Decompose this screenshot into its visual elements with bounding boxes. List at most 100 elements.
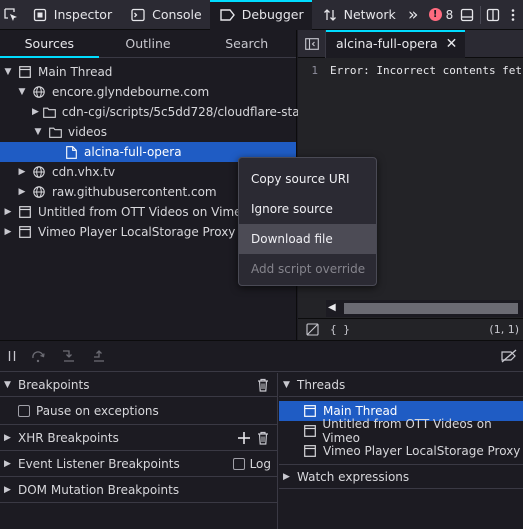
trash-icon[interactable] [257,378,269,392]
step-in-button[interactable] [54,341,84,371]
sidebar-toggle-icon [304,37,319,50]
editor-tab[interactable]: alcina-full-opera ✕ [326,29,466,58]
tab-network-label: Network [343,7,396,22]
xhr-breakpoints-title: XHR Breakpoints [18,430,119,445]
tree-item-label: encore.glyndebourne.com [52,85,210,99]
split-console-icon [461,8,474,21]
more-tools-button[interactable]: » [404,0,423,30]
step-out-icon [94,350,104,362]
expand-arrow-icon[interactable]: ▼ [16,86,28,98]
expand-arrow-icon[interactable]: ▶ [2,226,14,238]
globe-icon [32,185,46,199]
tree-item-domain[interactable]: ▼ encore.glyndebourne.com [0,82,296,102]
tab-outline[interactable]: Outline [99,30,198,57]
element-picker-button[interactable] [0,0,22,30]
pause-on-exceptions-row[interactable]: Pause on exceptions [0,397,277,425]
tree-item-label: raw.githubusercontent.com [52,185,217,199]
xhr-breakpoints-header[interactable]: ▶ XHR Breakpoints [0,425,277,451]
code-line: Error: Incorrect contents fetched [330,64,523,77]
trash-icon[interactable] [257,431,269,445]
dock-options-button[interactable] [482,0,502,30]
cursor-position: (1, 1) [489,323,519,336]
menu-item-ignore-source[interactable]: Ignore source [239,194,376,224]
disable-breakpoints-button[interactable] [495,349,523,363]
watch-expressions-title: Watch expressions [297,469,410,484]
step-in-icon [63,350,74,362]
ignore-source-button[interactable] [298,323,326,336]
console-icon [130,7,146,23]
expand-arrow-icon[interactable]: ▶ [2,206,14,218]
tab-search[interactable]: Search [197,30,296,57]
editor-footer: { } (1, 1) [298,318,523,340]
toggle-sources-pane-button[interactable] [298,29,326,58]
debugger-icon [220,7,236,23]
pause-icon [8,351,16,361]
window-icon [18,205,32,219]
expand-arrow-icon[interactable]: ▶ [16,166,28,178]
tree-item-folder[interactable]: ▼ videos [0,122,296,142]
expand-arrow-icon[interactable]: ▼ [32,126,44,138]
deactivate-breakpoints-icon [501,349,517,363]
log-events-label: Log [249,456,271,471]
pause-button[interactable] [0,341,24,371]
plus-icon[interactable] [237,431,251,445]
tree-item-label: cdn-cgi/scripts/5c5dd728/cloudflare-stat… [61,105,315,119]
threads-header[interactable]: ▼ Threads [279,373,523,397]
thread-item[interactable]: Untitled from OTT Videos on Vimeo [279,417,523,445]
globe-icon [32,85,46,99]
pause-on-exceptions-label: Pause on exceptions [36,403,159,418]
breakpoints-pane: ▼ Breakpoints Pause on exceptions ▶ XHR … [0,373,278,529]
thread-label: Vimeo Player LocalStorage Proxy [323,444,521,458]
menu-item-copy-source-uri[interactable]: Copy source URI [239,164,376,194]
event-listener-breakpoints-header[interactable]: ▶ Event Listener Breakpoints Log [0,451,277,477]
window-icon [18,65,32,79]
thread-label: Main Thread [323,404,398,418]
pretty-print-button[interactable]: { } [330,323,350,336]
breakpoints-title: Breakpoints [18,377,90,392]
globe-icon [32,165,46,179]
horizontal-scrollbar[interactable]: ◀ [326,300,523,317]
tree-item-label: Untitled from OTT Videos on Vimeo [38,205,249,219]
editor-tabs: alcina-full-opera ✕ [298,29,523,58]
log-events-checkbox[interactable] [232,457,245,470]
threads-title: Threads [297,377,346,392]
menu-item-add-script-override: Add script override [251,262,366,276]
tab-network[interactable]: Network [312,0,404,30]
thread-label: Untitled from OTT Videos on Vimeo [322,417,492,445]
folder-icon [43,105,56,119]
expand-arrow-icon: ▶ [4,432,11,443]
step-over-button[interactable] [24,341,54,371]
separate-window-icon [486,8,499,21]
event-listener-breakpoints-title: Event Listener Breakpoints [18,456,180,471]
tab-console-label: Console [152,7,202,22]
tab-console[interactable]: Console [120,0,210,30]
scroll-left-arrow-icon[interactable]: ◀ [328,302,336,313]
expand-arrow-icon: ▶ [4,484,11,495]
expand-arrow-icon[interactable]: ▶ [16,186,28,198]
tab-inspector-label: Inspector [53,7,113,22]
window-icon [303,404,317,418]
error-count: 8 [445,7,454,22]
toolbar-divider [479,5,481,24]
expand-arrow-icon: ▶ [4,458,11,469]
thread-item[interactable]: Vimeo Player LocalStorage Proxy [279,441,523,461]
tree-item-main-thread[interactable]: ▼ Main Thread [0,62,296,82]
step-out-button[interactable] [84,341,114,371]
dom-mutation-breakpoints-header[interactable]: ▶ DOM Mutation Breakpoints [0,477,277,503]
menu-button[interactable] [503,0,523,30]
split-console-button[interactable] [457,0,477,30]
tab-debugger[interactable]: Debugger [209,0,312,30]
scrollbar-thumb[interactable] [344,303,518,314]
menu-item-download-file[interactable]: Download file [239,224,376,254]
pause-on-exceptions-checkbox[interactable] [18,404,30,417]
close-icon[interactable]: ✕ [446,36,458,52]
breakpoints-header[interactable]: ▼ Breakpoints [0,373,277,397]
tree-item-folder[interactable]: ▶ cdn-cgi/scripts/5c5dd728/cloudflare-st… [0,102,314,122]
error-count-badge[interactable]: ! 8 [423,0,458,30]
expand-arrow-icon[interactable]: ▼ [2,66,14,78]
tab-inspector[interactable]: Inspector [22,0,120,30]
watch-expressions-header[interactable]: ▶ Watch expressions [279,465,523,489]
expand-arrow-icon[interactable]: ▶ [32,106,39,118]
sources-tabs: Sources Outline Search [0,30,296,58]
tab-sources[interactable]: Sources [0,30,99,58]
